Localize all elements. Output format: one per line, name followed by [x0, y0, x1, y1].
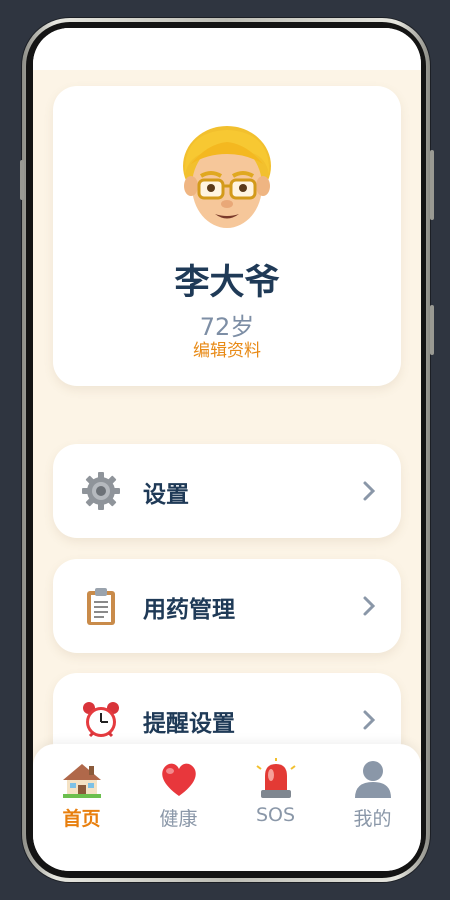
elderly-man-avatar-icon — [183, 126, 271, 228]
chevron-right-icon — [363, 596, 376, 616]
tab-home[interactable]: 首页 — [33, 744, 130, 840]
tab-label: 我的 — [353, 808, 392, 830]
menu-item-label: 用药管理 — [143, 597, 235, 623]
menu-item-label: 设置 — [143, 482, 189, 508]
power-button — [430, 150, 434, 220]
gear-icon — [82, 472, 120, 510]
edit-profile-link[interactable]: 编辑资料 — [53, 336, 401, 361]
chevron-right-icon — [363, 481, 376, 501]
menu-item-settings[interactable]: 设置 — [53, 444, 401, 538]
house-icon — [63, 764, 101, 798]
tab-label: SOS — [255, 804, 296, 826]
alarm-clock-icon — [83, 702, 119, 738]
side-button — [430, 305, 434, 355]
clipboard-icon — [87, 588, 115, 625]
tab-health[interactable]: 健康 — [130, 744, 227, 840]
heart-icon — [162, 763, 196, 796]
menu-item-label: 提醒设置 — [143, 711, 235, 737]
tab-label: 健康 — [159, 808, 198, 830]
siren-icon — [256, 758, 296, 798]
status-bar — [33, 28, 421, 70]
screen: 李大爷 72岁 编辑资料 设置 用药管理 提醒设置 首页 健康 SOS 我的 — [33, 28, 421, 871]
menu-item-medication[interactable]: 用药管理 — [53, 559, 401, 653]
user-name: 李大爷 — [174, 263, 280, 303]
tab-sos[interactable]: SOS — [227, 744, 324, 840]
volume-button — [20, 160, 24, 200]
tab-label: 首页 — [62, 808, 101, 830]
profile-card: 李大爷 72岁 编辑资料 — [53, 86, 401, 386]
bottom-tab-bar: 首页 健康 SOS 我的 — [33, 744, 421, 840]
main-content[interactable]: 李大爷 72岁 编辑资料 设置 用药管理 提醒设置 — [33, 70, 421, 830]
chevron-right-icon — [363, 710, 376, 730]
user-silhouette-icon — [355, 761, 391, 798]
tab-profile[interactable]: 我的 — [324, 744, 421, 840]
home-indicator-area — [33, 840, 421, 871]
